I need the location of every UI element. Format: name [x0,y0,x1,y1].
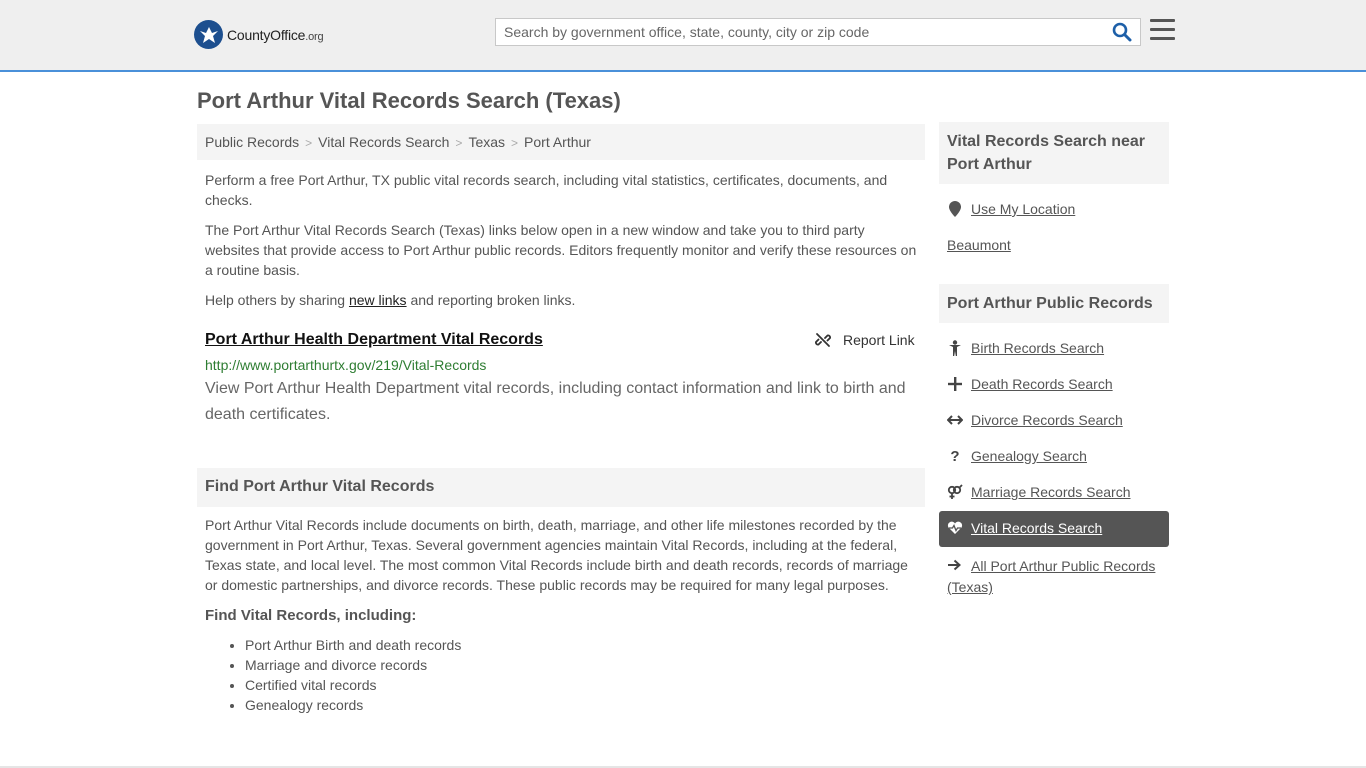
breadcrumb-separator-icon: > [305,136,313,150]
sidebar-item-birth[interactable]: Birth Records Search [947,340,1104,356]
list-item: Genealogy records [245,695,461,715]
breadcrumb-vital-records[interactable]: Vital Records Search [318,134,449,150]
marriage-records-link[interactable]: Marriage Records Search [971,484,1131,500]
breadcrumb-public-records[interactable]: Public Records [205,134,299,150]
intro-paragraph-2: The Port Arthur Vital Records Search (Te… [205,222,917,278]
gender-symbol-icon [947,484,963,500]
genealogy-link[interactable]: Genealogy Search [971,448,1087,464]
beaumont-link[interactable]: Beaumont [947,237,1011,253]
intro-paragraph-3: Help others by sharing new links and rep… [205,292,576,308]
search-icon[interactable] [1112,22,1134,44]
breadcrumb-separator-icon: > [511,136,519,150]
all-public-records-link[interactable]: All Port Arthur Public Records (Texas) [947,558,1155,595]
hamburger-menu-icon[interactable] [1150,19,1176,43]
sidebar-item-all-records[interactable]: All Port Arthur Public Records (Texas) [947,556,1169,597]
map-pin-icon [947,201,963,217]
logo-text: CountyOffice.org [227,26,324,43]
list-item: Certified vital records [245,675,461,695]
sidebar-item-marriage[interactable]: Marriage Records Search [947,484,1131,500]
breadcrumb-port-arthur[interactable]: Port Arthur [524,134,591,150]
vital-records-link[interactable]: Vital Records Search [971,520,1102,536]
find-section-body: Port Arthur Vital Records include docume… [205,517,908,593]
page-title: Port Arthur Vital Records Search (Texas) [197,88,621,113]
listing-url: http://www.portarthurtx.gov/219/Vital-Re… [205,357,487,373]
site-logo[interactable]: CountyOffice.org [194,20,324,49]
report-link-label: Report Link [843,332,915,348]
broken-link-icon [815,333,831,347]
arrow-right-icon [947,557,963,577]
list-item: Port Arthur Birth and death records [245,635,461,655]
search-bar [495,18,1141,46]
cross-icon [947,376,963,392]
listing-title-link[interactable]: Port Arthur Health Department Vital Reco… [205,331,543,349]
logo-emblem-icon [194,20,223,49]
site-header: CountyOffice.org [0,0,1366,72]
split-arrows-icon [947,412,963,428]
breadcrumb-texas[interactable]: Texas [468,134,505,150]
listing-description: View Port Arthur Health Department vital… [205,380,906,423]
sidebar-item-genealogy[interactable]: ? Genealogy Search [947,447,1087,465]
report-link-button[interactable]: Report Link [815,332,915,348]
sidebar-nearby-heading: Vital Records Search near Port Arthur [939,122,1169,184]
sidebar-public-records-heading: Port Arthur Public Records [939,284,1169,323]
sidebar-item-divorce[interactable]: Divorce Records Search [947,412,1123,428]
records-bullet-list: Port Arthur Birth and death records Marr… [245,635,461,715]
birth-records-link[interactable]: Birth Records Search [971,340,1104,356]
death-records-link[interactable]: Death Records Search [971,376,1113,392]
use-location-link[interactable]: Use My Location [971,201,1075,217]
breadcrumb: Public Records > Vital Records Search > Texa… [197,124,925,160]
intro-paragraph-1: Perform a free Port Arthur, TX public vi… [205,172,888,208]
question-icon: ? [950,447,960,465]
find-section-heading: Find Port Arthur Vital Records [197,468,925,507]
child-icon [947,340,963,356]
sidebar-nearby-city[interactable]: Beaumont [947,237,1011,253]
heart-pulse-icon [947,520,963,536]
breadcrumb-separator-icon: > [455,136,463,150]
list-item: Marriage and divorce records [245,655,461,675]
divorce-records-link[interactable]: Divorce Records Search [971,412,1123,428]
search-input[interactable] [496,19,1096,45]
sidebar-use-location[interactable]: Use My Location [947,201,1075,217]
find-subheading: Find Vital Records, including: [205,607,417,624]
new-links-link[interactable]: new links [349,292,407,308]
sidebar-item-death[interactable]: Death Records Search [947,376,1113,392]
sidebar-item-vital[interactable]: Vital Records Search [947,520,1102,536]
